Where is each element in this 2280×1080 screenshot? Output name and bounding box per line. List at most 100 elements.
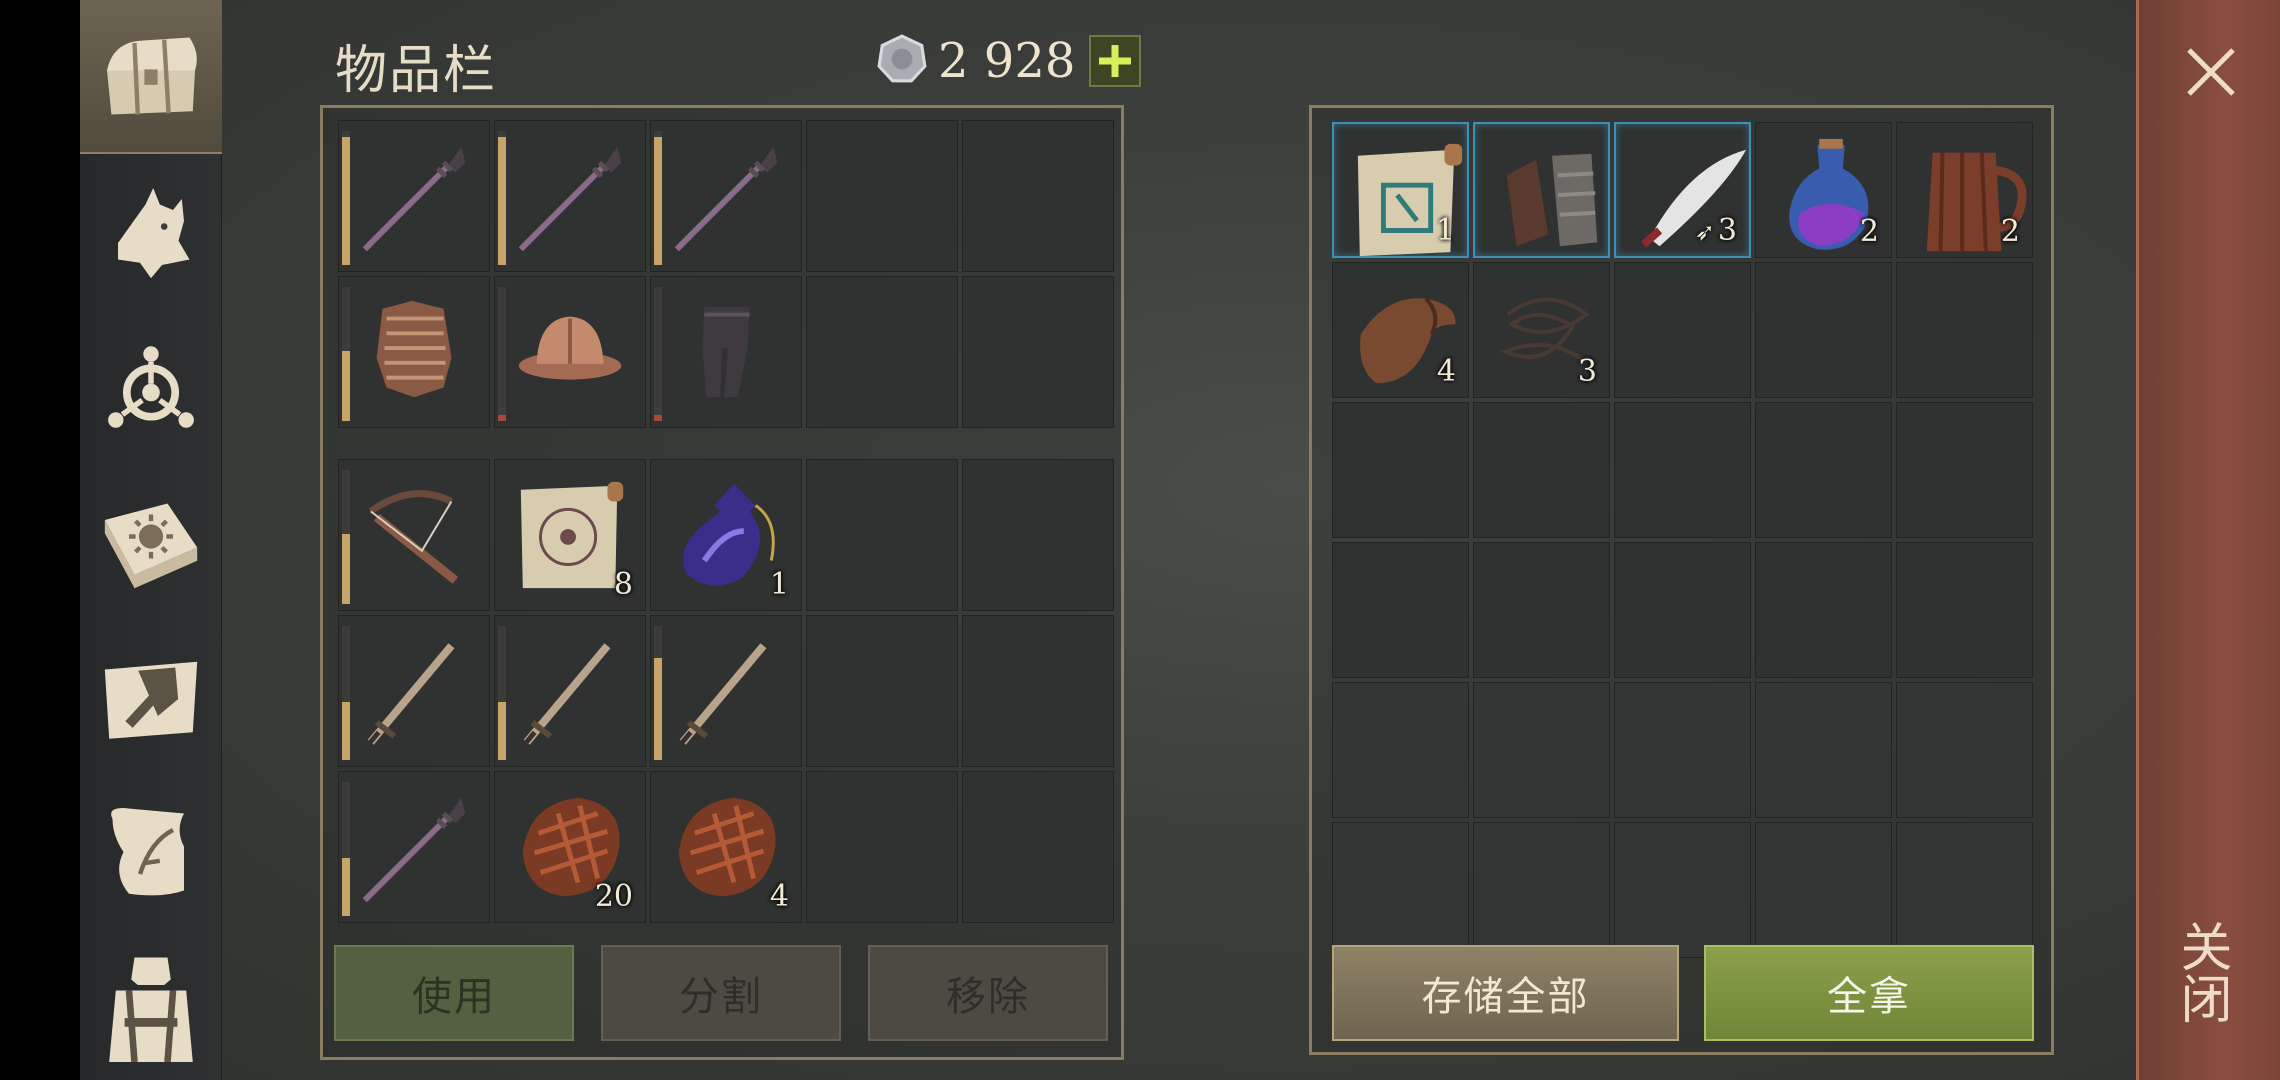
- map-hammer-icon: [104, 661, 198, 739]
- durability-bar: [342, 137, 350, 265]
- empty-slot[interactable]: [1896, 542, 2033, 678]
- empty-slot[interactable]: [1332, 822, 1469, 958]
- empty-slot[interactable]: [806, 120, 958, 272]
- skills-emblem-icon: [108, 346, 194, 428]
- close-bar[interactable]: 关闭: [2136, 0, 2280, 1080]
- sidebar-item-inventory[interactable]: [80, 0, 222, 154]
- empty-slot[interactable]: [962, 615, 1114, 767]
- empty-slot[interactable]: [1473, 682, 1610, 818]
- empty-slot[interactable]: [806, 276, 958, 428]
- wolf-icon: [118, 188, 190, 279]
- empty-slot[interactable]: [1332, 682, 1469, 818]
- item-slot[interactable]: [338, 459, 490, 611]
- empty-slot[interactable]: [1755, 542, 1892, 678]
- item-slot[interactable]: ➶ 3: [1614, 122, 1751, 258]
- scroll-map-icon: [1357, 143, 1463, 257]
- empty-slot[interactable]: [806, 615, 958, 767]
- leggings-icon: [702, 306, 750, 398]
- item-slot[interactable]: [338, 771, 490, 923]
- item-slot[interactable]: 1: [1332, 122, 1469, 258]
- sidebar-item-pet[interactable]: [80, 155, 222, 309]
- item-slot[interactable]: [494, 120, 646, 272]
- empty-slot[interactable]: [1755, 682, 1892, 818]
- remove-button[interactable]: 移除: [868, 945, 1108, 1041]
- plus-icon: [1099, 45, 1132, 77]
- item-slot[interactable]: [650, 276, 802, 428]
- crossbow-icon: [368, 490, 459, 584]
- empty-slot[interactable]: [1896, 822, 2033, 958]
- empty-slot[interactable]: [1332, 402, 1469, 538]
- sidebar-item-skills[interactable]: [80, 310, 222, 464]
- item-slot[interactable]: [494, 615, 646, 767]
- empty-slot[interactable]: [1755, 822, 1892, 958]
- empty-slot[interactable]: [1755, 262, 1892, 398]
- arrow-icon: ➶: [1694, 218, 1715, 246]
- item-slot[interactable]: 8: [494, 459, 646, 611]
- item-slot[interactable]: [338, 120, 490, 272]
- item-count: 4: [769, 879, 789, 914]
- sidebar: [80, 0, 222, 1080]
- split-button[interactable]: 分割: [601, 945, 841, 1041]
- item-slot[interactable]: 1: [650, 459, 802, 611]
- empty-slot[interactable]: [1614, 822, 1751, 958]
- empty-slot[interactable]: [1614, 682, 1751, 818]
- item-slot[interactable]: 20: [494, 771, 646, 923]
- sidebar-item-quests[interactable]: [80, 775, 222, 929]
- spear-icon: [674, 146, 778, 252]
- sidebar-item-character[interactable]: [80, 930, 222, 1080]
- sun-book-icon: [104, 503, 198, 589]
- chainmail-icon: [376, 300, 452, 398]
- item-slot[interactable]: 3: [1473, 262, 1610, 398]
- store-all-button[interactable]: 存储全部: [1332, 945, 1679, 1041]
- item-slot[interactable]: [650, 120, 802, 272]
- spear-icon: [362, 797, 466, 903]
- item-count: 2: [1859, 214, 1879, 249]
- item-slot[interactable]: [1473, 122, 1610, 258]
- item-slot[interactable]: 4: [1332, 262, 1469, 398]
- sidebar-item-journal[interactable]: [80, 465, 222, 619]
- empty-slot[interactable]: [1614, 542, 1751, 678]
- gauntlets-icon: [1506, 153, 1598, 247]
- empty-slot[interactable]: [1755, 402, 1892, 538]
- empty-slot[interactable]: [1473, 822, 1610, 958]
- item-slot[interactable]: [338, 615, 490, 767]
- empty-slot[interactable]: [1896, 402, 2033, 538]
- close-icon[interactable]: [2183, 44, 2239, 100]
- use-button[interactable]: 使用: [334, 945, 574, 1041]
- empty-slot[interactable]: [1896, 682, 2033, 818]
- kettle-helmet-icon: [518, 316, 622, 380]
- item-count: 8: [613, 567, 633, 602]
- empty-slot[interactable]: [1473, 402, 1610, 538]
- take-all-button[interactable]: 全拿: [1704, 945, 2034, 1041]
- durability-track: [654, 287, 662, 421]
- equipment-grid: [338, 120, 1114, 428]
- empty-slot[interactable]: [1332, 542, 1469, 678]
- item-count: ➶ 3: [1694, 213, 1737, 248]
- empty-slot[interactable]: [1473, 542, 1610, 678]
- add-currency-button[interactable]: [1089, 35, 1142, 87]
- durability-bar: [654, 657, 662, 760]
- sidebar-item-crafting[interactable]: [80, 620, 222, 774]
- empty-slot[interactable]: [962, 771, 1114, 923]
- empty-slot[interactable]: [962, 276, 1114, 428]
- item-count: 1: [769, 567, 789, 602]
- empty-slot[interactable]: [806, 771, 958, 923]
- item-slot[interactable]: [494, 276, 646, 428]
- empty-slot[interactable]: [962, 459, 1114, 611]
- item-slot[interactable]: 4: [650, 771, 802, 923]
- currency-amount: 2 928: [938, 33, 1076, 89]
- inventory-title: 物品栏: [335, 41, 498, 101]
- empty-slot[interactable]: [1614, 262, 1751, 398]
- item-slot[interactable]: 2: [1896, 122, 2033, 258]
- empty-slot[interactable]: [1614, 402, 1751, 538]
- item-slot[interactable]: 2: [1755, 122, 1892, 258]
- close-label: 关闭: [2171, 920, 2231, 1024]
- item-slot[interactable]: [650, 615, 802, 767]
- empty-slot[interactable]: [962, 120, 1114, 272]
- container-grid: 1 ➶ 3 2 2 4 3: [1332, 122, 2033, 958]
- item-slot[interactable]: [338, 276, 490, 428]
- spear-icon: [362, 146, 466, 252]
- empty-slot[interactable]: [1896, 262, 2033, 398]
- scimitar-icon: [1641, 149, 1747, 248]
- empty-slot[interactable]: [806, 459, 958, 611]
